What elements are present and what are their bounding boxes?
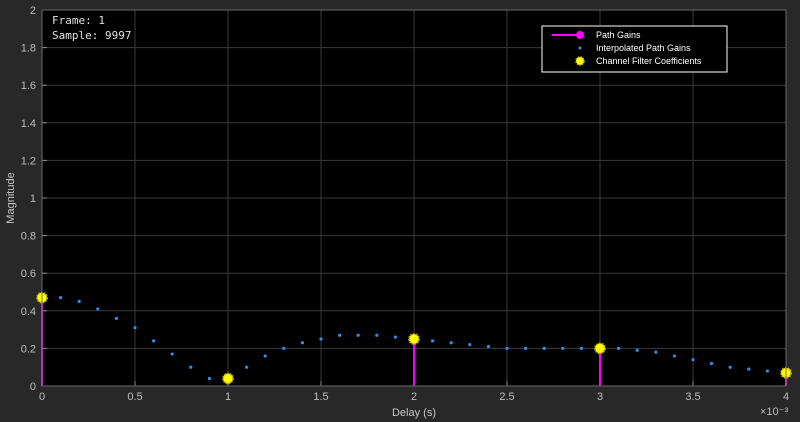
interpolated-gain-point bbox=[617, 346, 621, 350]
interpolated-gain-point bbox=[282, 346, 286, 350]
y-tick-label: 1.2 bbox=[21, 155, 36, 167]
legend-coef-marker bbox=[575, 56, 585, 66]
interpolated-gain-point bbox=[375, 333, 379, 337]
interpolated-gain-point bbox=[486, 344, 490, 349]
interpolated-gain-point bbox=[356, 333, 360, 337]
interpolated-gain-point bbox=[152, 339, 156, 343]
legend-path-gains-label: Path Gains bbox=[596, 30, 641, 40]
y-tick-label: 1.4 bbox=[21, 118, 36, 130]
interpolated-gain-point bbox=[338, 333, 342, 337]
legend-interp-label: Interpolated Path Gains bbox=[596, 43, 691, 53]
interpolated-gain-point bbox=[300, 341, 304, 345]
x-tick-label: 1.5 bbox=[313, 391, 328, 403]
legend-coef-label: Channel Filter Coefficients bbox=[596, 56, 702, 66]
interpolated-gain-point bbox=[319, 337, 323, 341]
legend-interp-marker bbox=[578, 46, 582, 50]
filter-coefficient-marker bbox=[594, 342, 606, 355]
interpolated-gain-point bbox=[449, 341, 453, 345]
filter-coefficient-marker bbox=[408, 333, 420, 345]
y-tick-label: 0.6 bbox=[21, 268, 36, 280]
sample-label: Sample: 9997 bbox=[52, 29, 131, 42]
interpolated-gain-point bbox=[114, 316, 118, 320]
interpolated-gain-point bbox=[263, 354, 267, 358]
x-tick-label: 2.5 bbox=[499, 391, 514, 403]
interpolated-gain-point bbox=[747, 367, 751, 371]
interpolated-gain-point bbox=[635, 348, 639, 352]
x-exponent-label: ×10⁻³ bbox=[760, 406, 788, 418]
legend-path-gains-marker bbox=[576, 31, 584, 39]
interpolated-gain-point bbox=[207, 376, 211, 381]
x-tick-label: 4 bbox=[783, 391, 789, 403]
x-tick-label: 1 bbox=[225, 391, 231, 403]
x-tick-label: 0 bbox=[39, 391, 45, 403]
interpolated-gain-point bbox=[393, 335, 397, 339]
y-tick-label: 0 bbox=[30, 381, 36, 393]
y-tick-label: 2 bbox=[30, 5, 36, 17]
interpolated-gain-point bbox=[654, 350, 658, 354]
x-tick-label: 2 bbox=[411, 391, 417, 403]
interpolated-gain-point bbox=[431, 339, 435, 343]
interpolated-gain-point bbox=[59, 296, 63, 300]
x-tick-label: 0.5 bbox=[127, 391, 142, 403]
y-tick-label: 1.6 bbox=[21, 80, 36, 92]
y-tick-label: 1.8 bbox=[21, 43, 36, 55]
interpolated-gain-point bbox=[96, 307, 100, 311]
interpolated-gain-point bbox=[170, 352, 174, 356]
interpolated-gain-point bbox=[133, 326, 137, 330]
interpolated-gain-point bbox=[691, 358, 695, 362]
legend: Path Gains Interpolated Path Gains Chann… bbox=[541, 25, 728, 73]
y-tick-label: 1 bbox=[30, 193, 36, 205]
interpolated-gain-point bbox=[245, 365, 249, 369]
y-tick-label: 0.2 bbox=[21, 343, 36, 355]
interpolated-gain-point bbox=[505, 346, 509, 350]
interpolated-gain-point bbox=[524, 346, 528, 350]
interpolated-gain-point bbox=[579, 346, 584, 350]
frame-label: Frame: 1 bbox=[52, 14, 105, 27]
interpolated-gain-point bbox=[710, 361, 714, 366]
interpolated-gain-point bbox=[672, 354, 677, 358]
interpolated-gain-point bbox=[728, 365, 732, 369]
filter-coefficient-marker bbox=[222, 372, 234, 385]
chart-figure: 0 0.5 1 1.5 2 2.5 3 3.5 4 0 0.2 0.4 0.6 0.8 1 1.2 1.4 1.… bbox=[5, 5, 792, 419]
y-tick-label: 0.4 bbox=[21, 306, 36, 318]
interpolated-gain-point bbox=[765, 369, 770, 373]
x-axis-label: Delay (s) bbox=[392, 407, 436, 419]
y-tick-label: 0.8 bbox=[21, 231, 36, 243]
interpolated-gain-point bbox=[77, 299, 81, 303]
interpolated-gain-point bbox=[561, 346, 565, 350]
x-tick-label: 3.5 bbox=[685, 391, 700, 403]
y-axis-label: Magnitude bbox=[5, 172, 17, 223]
interpolated-gain-point bbox=[542, 346, 546, 350]
x-tick-label: 3 bbox=[597, 391, 603, 403]
interpolated-gain-point bbox=[189, 365, 193, 369]
interpolated-gain-point bbox=[468, 343, 472, 347]
